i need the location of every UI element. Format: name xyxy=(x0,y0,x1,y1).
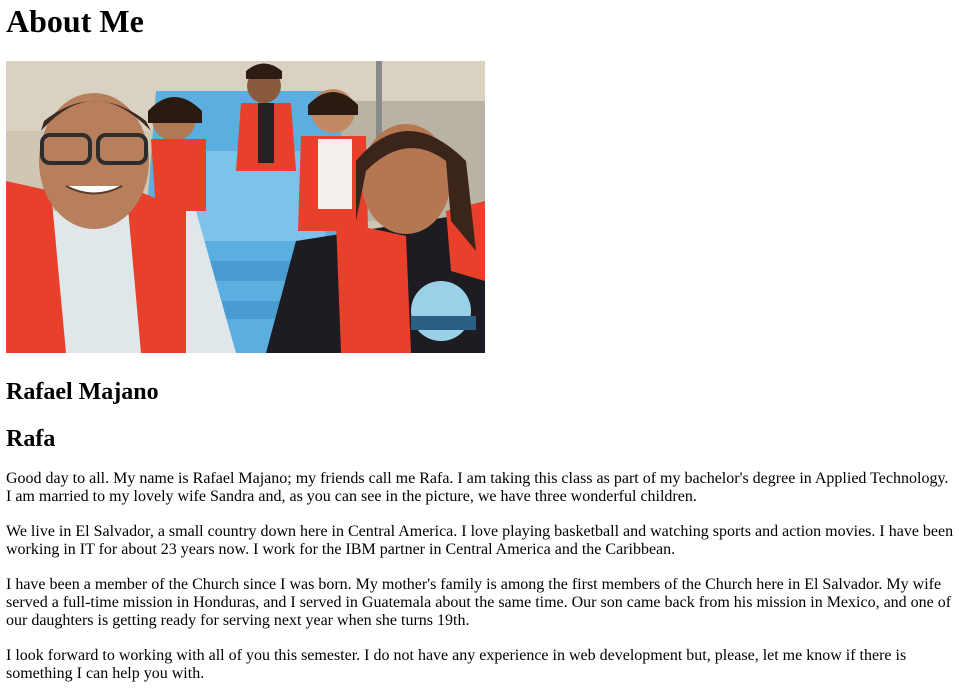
bio-section: Good day to all. My name is Rafael Majan… xyxy=(6,470,959,683)
bio-paragraph: I look forward to working with all of yo… xyxy=(6,647,907,682)
about-page: About Me Rafael Majano Rafa Good day to … xyxy=(0,0,959,692)
bio-paragraph: We live in El Salvador, a small country … xyxy=(6,523,954,558)
bio-paragraph: Good day to all. My name is Rafael Majan… xyxy=(6,470,949,505)
profile-name: Rafael Majano xyxy=(6,379,159,405)
profile-nickname: Rafa xyxy=(6,426,56,452)
page-title: About Me xyxy=(6,3,144,39)
bio-paragraph: I have been a member of the Church since… xyxy=(6,576,952,629)
family-photo xyxy=(6,61,485,353)
